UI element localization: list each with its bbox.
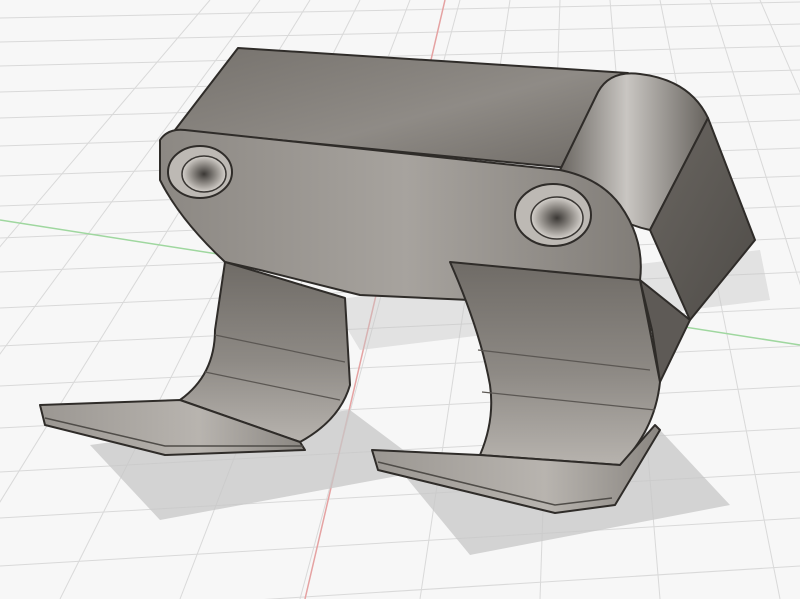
right-hook-arm bbox=[449, 261, 661, 466]
screw-hole-left bbox=[167, 145, 233, 199]
3d-viewport[interactable] bbox=[0, 0, 800, 599]
3d-scene[interactable] bbox=[0, 0, 800, 599]
screw-hole-right bbox=[514, 183, 592, 247]
